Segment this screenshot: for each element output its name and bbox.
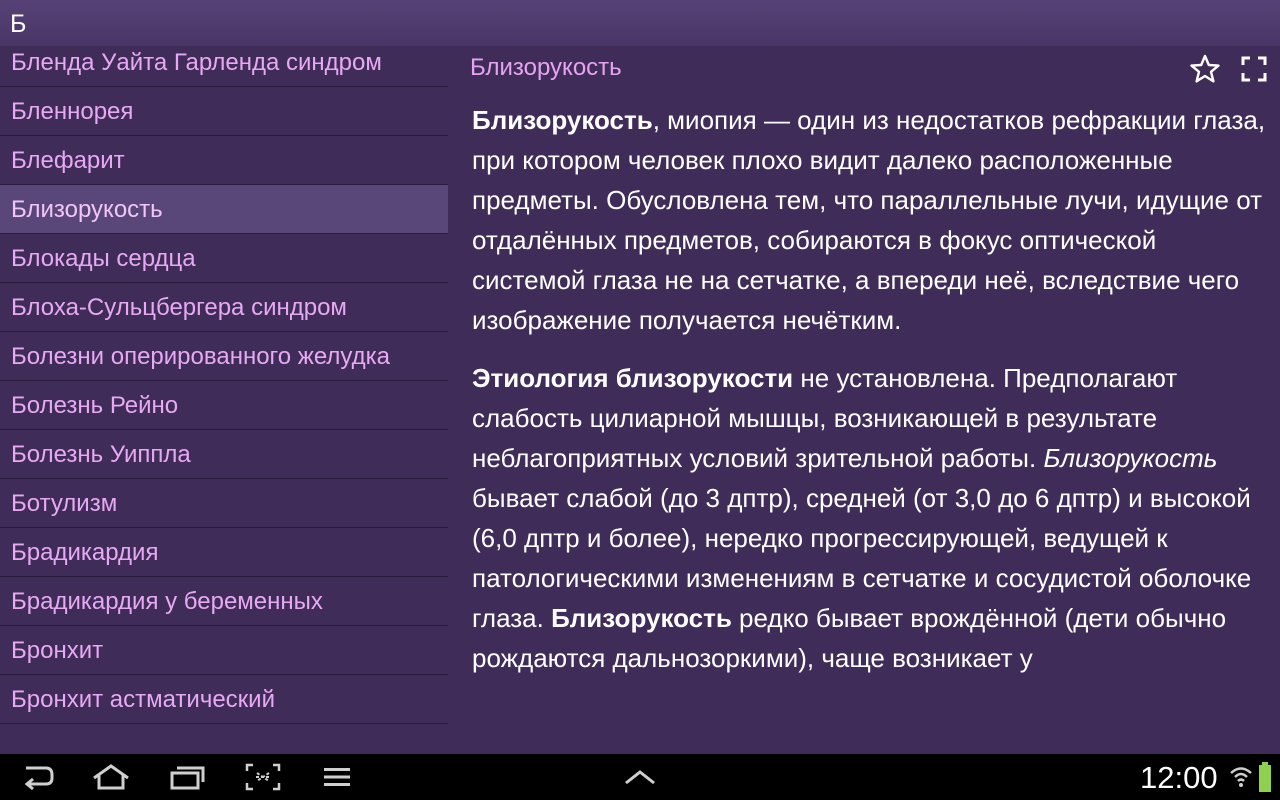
section-letter: Б (10, 10, 27, 38)
list-item[interactable]: Бронхит (0, 626, 448, 675)
app-screen: Б Бленда Уайта Гарленда синдром Бленноре… (0, 0, 1280, 800)
wifi-icon (1230, 767, 1252, 787)
list-item-label: Ботулизм (11, 490, 118, 517)
star-outline-icon (1190, 54, 1220, 83)
home-button[interactable] (91, 760, 131, 794)
list-item[interactable]: Блефарит (0, 136, 448, 185)
term-italic: Близорукость (1043, 443, 1218, 473)
list-item-label: Блефарит (11, 147, 125, 174)
list-item-label: Бронхит астматический (11, 686, 275, 713)
screenshot-button[interactable] (243, 760, 283, 794)
list-item[interactable]: Брадикардия (0, 528, 448, 577)
article-body: Близорукость, миопия — один из недостатк… (472, 100, 1268, 696)
list-item[interactable]: Бленда Уайта Гарленда синдром (0, 38, 448, 87)
term-bold: Близорукость (551, 603, 732, 633)
article-list[interactable]: Бленда Уайта Гарленда синдром Бленнорея … (0, 38, 448, 754)
list-item-label: Бленда Уайта Гарленда синдром (11, 49, 382, 76)
list-item-label: Болезнь Уиппла (11, 441, 191, 468)
list-item[interactable]: Бронхит астматический (0, 675, 448, 724)
list-item[interactable]: Бленнорея (0, 87, 448, 136)
back-icon (24, 766, 54, 790)
list-item[interactable]: Блоха-Сульцбергера синдром (0, 283, 448, 332)
list-item-label: Бронхит (11, 637, 104, 664)
status-icons (1228, 762, 1276, 792)
list-item-label: Блоха-Сульцбергера синдром (11, 294, 347, 321)
list-item[interactable]: Болезнь Уиппла (0, 430, 448, 479)
system-navigation-bar: 12:00 (0, 754, 1280, 800)
list-item-label: Брадикардия у беременных (11, 588, 323, 615)
term-bold: Этиология близорукости (472, 363, 794, 393)
list-item[interactable]: Блокады сердца (0, 234, 448, 283)
fullscreen-icon (1241, 56, 1267, 82)
list-item-label: Болезни оперированного желудка (11, 343, 390, 370)
home-icon (93, 764, 129, 790)
list-item[interactable]: Брадикардия у беременных (0, 577, 448, 626)
paragraph-text: , миопия — один из недостатков рефракции… (472, 105, 1266, 335)
favorite-button[interactable] (1188, 52, 1222, 86)
list-item-label: Близорукость (11, 196, 163, 223)
list-item[interactable]: Болезни оперированного желудка (0, 332, 448, 381)
fullscreen-button[interactable] (1237, 52, 1271, 86)
menu-button[interactable] (317, 760, 357, 794)
screenshot-icon (245, 763, 281, 791)
list-item-label: Бленнорея (11, 98, 134, 125)
article-paragraph: Близорукость, миопия — один из недостатк… (472, 100, 1268, 340)
list-item-selected[interactable]: Близорукость (0, 185, 448, 234)
list-item-label: Брадикардия (11, 539, 159, 566)
expand-up-button[interactable] (620, 760, 660, 794)
term-bold: Близорукость (472, 105, 653, 135)
recent-apps-button[interactable] (167, 760, 207, 794)
list-item-label: Болезнь Рейно (11, 392, 179, 419)
list-item-label: Блокады сердца (11, 245, 196, 272)
status-clock: 12:00 (1140, 760, 1218, 795)
back-button[interactable] (18, 760, 58, 794)
list-item[interactable]: Ботулизм (0, 479, 448, 528)
menu-icon (324, 768, 350, 786)
article-title: Близорукость (470, 54, 622, 81)
expand-up-icon (625, 770, 655, 785)
article-detail[interactable]: Близорукость Близорукость, миопия — один… (448, 46, 1280, 754)
recent-apps-icon (170, 766, 205, 790)
battery-icon (1259, 762, 1271, 792)
article-paragraph: Этиология близорукости не установлена. П… (472, 358, 1268, 678)
list-item[interactable]: Болезнь Рейно (0, 381, 448, 430)
